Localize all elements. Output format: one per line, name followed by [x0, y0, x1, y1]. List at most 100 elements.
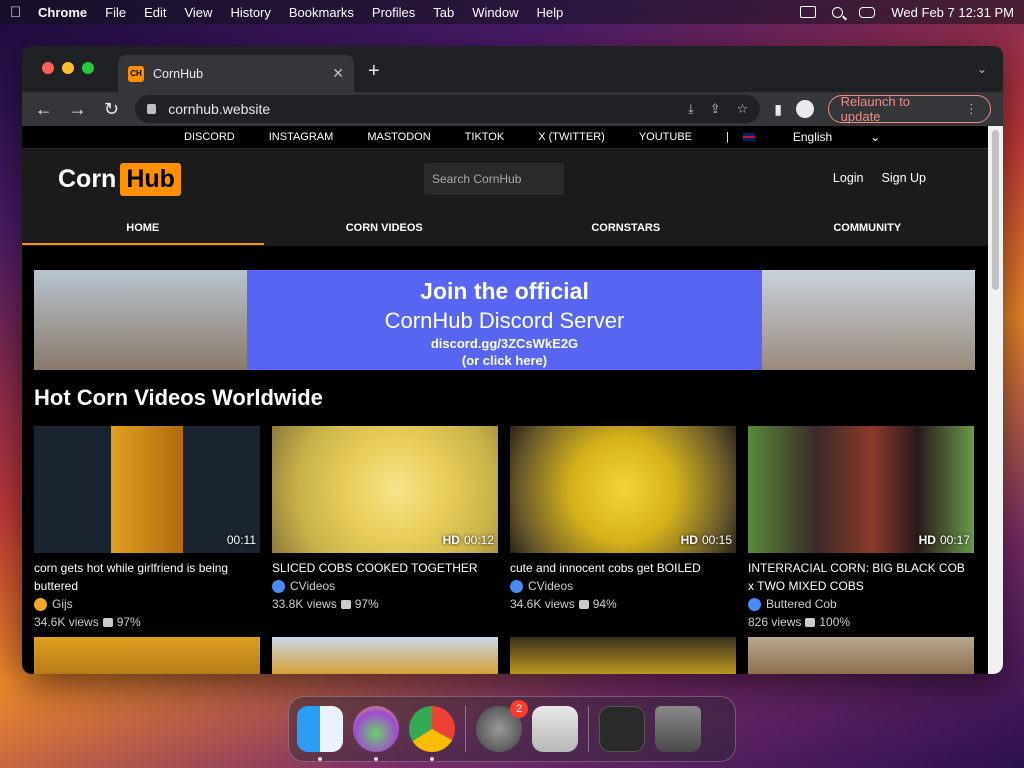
- menu-tab[interactable]: Tab: [433, 5, 454, 20]
- social-link-x[interactable]: X (TWITTER): [538, 131, 605, 143]
- nav-cornstars[interactable]: CORNSTARS: [505, 211, 747, 245]
- apple-icon[interactable]: : [10, 4, 38, 21]
- video-author[interactable]: Gijs: [34, 595, 260, 613]
- chevron-down-icon: ⌄: [870, 130, 881, 144]
- video-title[interactable]: INTERRACIAL CORN: BIG BLACK COB x TWO MI…: [748, 559, 974, 595]
- notification-badge: 2: [510, 700, 528, 718]
- login-link[interactable]: Login: [833, 171, 864, 185]
- video-author[interactable]: Buttered Cob: [748, 595, 974, 613]
- menu-view[interactable]: View: [184, 5, 212, 20]
- trash-icon[interactable]: [655, 706, 701, 752]
- running-indicator: [374, 757, 378, 761]
- clock[interactable]: Wed Feb 7 12:31 PM: [891, 5, 1014, 20]
- social-link-tiktok[interactable]: TIKTOK: [465, 131, 505, 143]
- browser-window: CH CornHub ✕ + ⌄ ← → ↻ cornhub.website ⤓…: [22, 46, 1003, 674]
- video-card[interactable]: HD 00:17 INTERRACIAL CORN: BIG BLACK COB …: [748, 426, 974, 631]
- verified-badge-icon: [748, 597, 761, 611]
- video-thumbnail[interactable]: HD 00:15: [510, 426, 736, 553]
- nav-corn-videos[interactable]: CORN VIDEOS: [264, 211, 506, 245]
- page-scrollbar[interactable]: [988, 126, 1003, 674]
- social-link-instagram[interactable]: INSTAGRAM: [269, 131, 334, 143]
- screen-mirroring-icon[interactable]: [800, 6, 817, 18]
- tab-search-chevron-icon[interactable]: ⌄: [977, 62, 987, 76]
- social-link-discord[interactable]: DISCORD: [184, 131, 235, 143]
- system-settings-icon[interactable]: 2: [476, 700, 528, 752]
- browser-tab[interactable]: CH CornHub ✕: [118, 55, 354, 92]
- video-thumbnail[interactable]: [510, 637, 736, 674]
- app-installer-icon[interactable]: [353, 706, 399, 761]
- menu-history[interactable]: History: [230, 5, 270, 20]
- side-panel-icon[interactable]: ▮: [774, 101, 782, 118]
- duration-badge: 00:11: [226, 533, 256, 547]
- menu-profiles[interactable]: Profiles: [372, 5, 415, 20]
- discord-banner[interactable]: Join the official CornHub Discord Server…: [34, 270, 975, 370]
- language-selector[interactable]: English ⌄: [742, 130, 914, 144]
- video-thumbnail[interactable]: [34, 637, 260, 674]
- verified-badge-icon: [34, 597, 47, 611]
- thumbs-up-icon: [578, 599, 589, 609]
- video-thumbnail[interactable]: HD 00:17: [748, 426, 974, 553]
- site-header: Corn Hub Search CornHub Login Sign Up HO…: [22, 148, 988, 246]
- video-card[interactable]: HD 00:12 SLICED COBS COOKED TOGETHER CVid…: [272, 426, 498, 631]
- fullscreen-window-button[interactable]: [82, 62, 94, 74]
- site-logo[interactable]: Corn Hub: [58, 163, 181, 196]
- address-bar[interactable]: cornhub.website ⤓ ⇪ ☆: [135, 95, 761, 123]
- url-text[interactable]: cornhub.website: [168, 101, 270, 117]
- video-title[interactable]: cute and innocent cobs get BOILED: [510, 559, 736, 577]
- chrome-icon[interactable]: [409, 706, 455, 761]
- video-title[interactable]: corn gets hot while girlfriend is being …: [34, 559, 260, 595]
- lock-icon[interactable]: [147, 104, 157, 114]
- spotlight-search-icon[interactable]: [832, 6, 844, 18]
- video-thumbnail[interactable]: [748, 637, 974, 674]
- duration-badge: HD 00:15: [680, 533, 732, 547]
- minimize-window-button[interactable]: [62, 62, 74, 74]
- video-title[interactable]: SLICED COBS COOKED TOGETHER: [272, 559, 498, 577]
- share-icon[interactable]: ⇪: [710, 101, 721, 117]
- menu-window[interactable]: Window: [472, 5, 518, 20]
- bookmark-star-icon[interactable]: ☆: [737, 101, 749, 117]
- menu-file[interactable]: File: [105, 5, 126, 20]
- recent-app-icon[interactable]: [599, 706, 645, 752]
- control-center-icon[interactable]: [859, 6, 876, 18]
- menu-app-name[interactable]: Chrome: [38, 5, 87, 20]
- reload-icon[interactable]: ↻: [102, 99, 122, 120]
- site-search-input[interactable]: Search CornHub: [424, 163, 564, 195]
- nav-community[interactable]: COMMUNITY: [747, 211, 989, 245]
- video-author[interactable]: CVideos: [272, 577, 498, 595]
- menu-edit[interactable]: Edit: [144, 5, 166, 20]
- banner-photo-right: [762, 270, 975, 370]
- tab-strip: CH CornHub ✕ + ⌄: [22, 46, 1003, 92]
- social-link-mastodon[interactable]: MASTODON: [367, 131, 430, 143]
- video-author[interactable]: CVideos: [510, 577, 736, 595]
- relaunch-to-update-button[interactable]: Relaunch to update ⋮: [827, 94, 991, 124]
- forward-icon[interactable]: →: [68, 99, 88, 120]
- new-tab-icon[interactable]: +: [368, 60, 380, 83]
- video-thumbnail[interactable]: HD 00:12: [272, 426, 498, 553]
- more-menu-icon[interactable]: ⋮: [965, 101, 978, 117]
- profile-avatar-icon[interactable]: [795, 100, 814, 118]
- disk-utility-icon[interactable]: [532, 706, 578, 752]
- back-icon[interactable]: ←: [34, 99, 54, 120]
- banner-photo-left: [34, 270, 247, 370]
- video-card[interactable]: 00:11 corn gets hot while girlfriend is …: [34, 426, 260, 631]
- social-link-youtube[interactable]: YOUTUBE: [639, 131, 692, 143]
- scrollbar-thumb[interactable]: [992, 130, 999, 290]
- video-thumbnail[interactable]: [272, 637, 498, 674]
- install-app-icon[interactable]: ⤓: [688, 101, 694, 117]
- banner-invite-link[interactable]: discord.gg/3ZCsWkE2G: [247, 336, 762, 351]
- dock-separator: [588, 706, 589, 752]
- video-thumbnail[interactable]: 00:11: [34, 426, 260, 553]
- video-stats: 34.6K views 94%: [510, 597, 617, 611]
- auth-links: Login Sign Up: [833, 171, 926, 185]
- nav-home[interactable]: HOME: [22, 211, 264, 245]
- menu-help[interactable]: Help: [537, 5, 564, 20]
- running-indicator: [430, 757, 434, 761]
- signup-link[interactable]: Sign Up: [882, 171, 926, 185]
- menu-bookmarks[interactable]: Bookmarks: [289, 5, 354, 20]
- separator: |: [726, 131, 729, 143]
- close-tab-icon[interactable]: ✕: [332, 65, 344, 82]
- video-card[interactable]: HD 00:15 cute and innocent cobs get BOILE…: [510, 426, 736, 631]
- finder-icon[interactable]: [297, 706, 343, 761]
- close-window-button[interactable]: [42, 62, 54, 74]
- favicon-icon: CH: [128, 65, 144, 82]
